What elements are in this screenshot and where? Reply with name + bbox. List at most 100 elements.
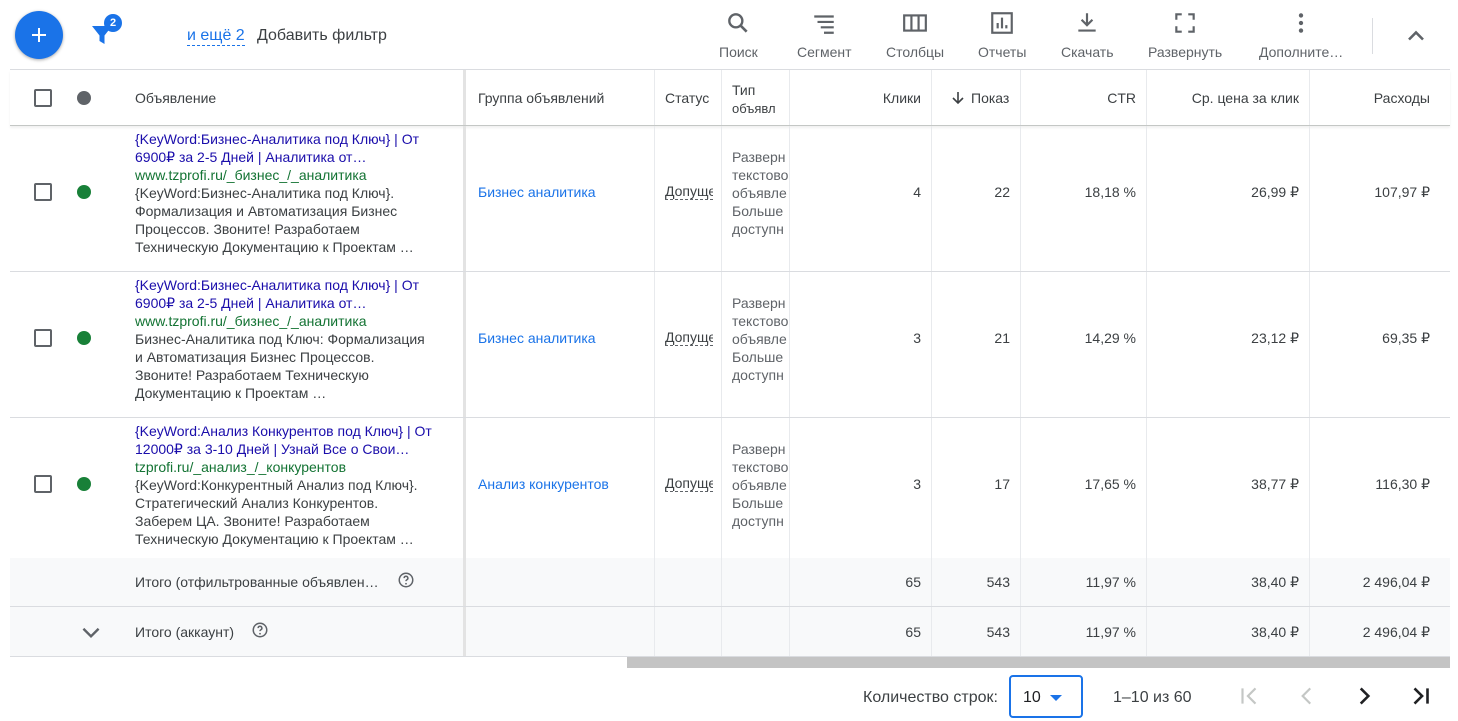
ad-preview[interactable]: {KeyWord:Анализ Конкурентов под Ключ} | … xyxy=(135,422,435,548)
columns-icon xyxy=(903,14,927,32)
cost-value: 69,35 ₽ xyxy=(1382,330,1430,346)
status-dot xyxy=(77,331,91,345)
totals-account-impressions: 543 xyxy=(986,624,1010,640)
caret-down-icon xyxy=(1050,695,1062,701)
download-button[interactable]: Скачать xyxy=(1061,10,1114,64)
add-filter-button[interactable]: Добавить фильтр xyxy=(257,27,387,45)
cost-value: 107,97 ₽ xyxy=(1374,184,1430,200)
clicks-value: 3 xyxy=(913,476,921,492)
ad-description: {KeyWord:Конкурентный Анализ под Ключ}. … xyxy=(135,477,418,547)
header-status[interactable]: Статус xyxy=(665,90,709,106)
ad-group-link[interactable]: Бизнес аналитика xyxy=(478,184,596,200)
ad-type-line: текстово xyxy=(732,167,789,183)
ad-preview[interactable]: {KeyWord:Бизнес-Аналитика под Ключ} | От… xyxy=(135,276,435,402)
toolbar: 2 и ещё 2 Добавить фильтр Поиск Сегмент … xyxy=(10,0,1450,70)
more-button[interactable]: Дополните… xyxy=(1259,10,1343,64)
avg-cpc-value: 26,99 ₽ xyxy=(1251,184,1299,200)
ad-type-line: Больше xyxy=(732,495,784,511)
clicks-value: 4 xyxy=(913,184,921,200)
ad-url: tzprofi.ru/_анализ_/_конкурентов xyxy=(135,459,347,475)
ad-preview[interactable]: {KeyWord:Бизнес-Аналитика под Ключ} | От… xyxy=(135,130,435,256)
ad-type-line: доступн xyxy=(732,513,784,529)
ad-description: {KeyWord:Бизнес-Аналитика под Ключ}. Фор… xyxy=(135,185,414,255)
status-label[interactable]: Допущено xyxy=(665,183,713,200)
page-range: 1–10 из 60 xyxy=(1113,689,1192,706)
chevron-down-icon[interactable] xyxy=(78,619,104,645)
prev-page-icon[interactable] xyxy=(1294,683,1320,709)
totals-account-row: Итого (аккаунт) 65 543 11,97 % 38,40 ₽ 2… xyxy=(10,607,1450,657)
totals-filtered-avg-cpc: 38,40 ₽ xyxy=(1251,574,1299,590)
header-avg-cpc[interactable]: Ср. цена за клик xyxy=(1192,90,1299,106)
totals-account-avg-cpc: 38,40 ₽ xyxy=(1251,624,1299,640)
sort-arrow-down-icon xyxy=(952,92,964,105)
ad-type-line: объявле xyxy=(732,477,787,493)
rows-per-page-select[interactable]: 10 xyxy=(1009,675,1083,718)
add-button[interactable] xyxy=(15,11,63,59)
search-button[interactable]: Поиск xyxy=(719,10,758,64)
impressions-value: 22 xyxy=(994,184,1010,200)
more-filters-link[interactable]: и ещё 2 xyxy=(187,27,245,46)
status-filter-dot[interactable] xyxy=(77,91,91,105)
ad-type-line: доступн xyxy=(732,221,784,237)
ad-headline[interactable]: {KeyWord:Анализ Конкурентов под Ключ} | … xyxy=(135,422,435,458)
header-ad-group[interactable]: Группа объявлений xyxy=(478,90,604,106)
header-impressions[interactable]: Показ xyxy=(971,90,1009,106)
ad-group-link[interactable]: Анализ конкурентов xyxy=(478,476,609,492)
status-label[interactable]: Допущено xyxy=(665,329,713,346)
help-icon[interactable] xyxy=(251,621,269,639)
segment-button[interactable]: Сегмент xyxy=(797,10,852,64)
totals-account-clicks: 65 xyxy=(905,624,921,640)
header-clicks[interactable]: Клики xyxy=(883,90,921,106)
reports-button[interactable]: Отчеты xyxy=(978,10,1026,64)
header-cost[interactable]: Расходы xyxy=(1374,90,1430,106)
table-row: {KeyWord:Анализ Конкурентов под Ключ} | … xyxy=(10,418,1450,564)
row-checkbox[interactable] xyxy=(34,183,52,201)
columns-button[interactable]: Столбцы xyxy=(886,10,944,64)
ad-headline[interactable]: {KeyWord:Бизнес-Аналитика под Ключ} | От… xyxy=(135,130,435,166)
totals-filtered-cost: 2 496,04 ₽ xyxy=(1362,574,1430,590)
totals-account-ctr: 11,97 % xyxy=(1085,624,1136,640)
status-label[interactable]: Допущено xyxy=(665,475,713,492)
totals-filtered-row: Итого (отфильтрованные объявлен… 65 543 … xyxy=(10,558,1450,607)
ctr-value: 18,18 % xyxy=(1084,184,1136,200)
totals-filtered-ctr: 11,97 % xyxy=(1085,574,1136,590)
help-icon[interactable] xyxy=(397,571,415,589)
expand-button[interactable]: Развернуть xyxy=(1148,10,1222,64)
search-icon xyxy=(728,13,748,33)
chevron-up-icon[interactable] xyxy=(1402,22,1430,50)
ad-type: Разверн текстово объявле Больше доступн xyxy=(732,148,789,238)
row-checkbox[interactable] xyxy=(34,329,52,347)
row-checkbox[interactable] xyxy=(34,475,52,493)
avg-cpc-value: 38,77 ₽ xyxy=(1251,476,1299,492)
impressions-value: 17 xyxy=(994,476,1010,492)
segment-icon xyxy=(814,15,835,34)
ad-type-line: Больше xyxy=(732,349,784,365)
totals-account-cost: 2 496,04 ₽ xyxy=(1362,624,1430,640)
next-page-icon[interactable] xyxy=(1351,683,1377,709)
ad-group-link[interactable]: Бизнес аналитика xyxy=(478,330,596,346)
clicks-value: 3 xyxy=(913,330,921,346)
select-all-checkbox[interactable] xyxy=(34,89,52,107)
ads-table-panel: 2 и ещё 2 Добавить фильтр Поиск Сегмент … xyxy=(10,0,1450,721)
ad-type: Разверн текстово объявле Больше доступн xyxy=(732,294,789,384)
header-type-line2: объявл xyxy=(732,101,776,116)
table-row: {KeyWord:Бизнес-Аналитика под Ключ} | От… xyxy=(10,126,1450,272)
ad-type-line: Разверн xyxy=(732,295,786,311)
header-ad[interactable]: Объявление xyxy=(135,90,216,106)
header-ctr[interactable]: CTR xyxy=(1107,90,1136,106)
ad-type-line: Больше xyxy=(732,203,784,219)
ad-type-line: объявле xyxy=(732,185,787,201)
last-page-icon[interactable] xyxy=(1408,683,1434,709)
first-page-icon[interactable] xyxy=(1236,683,1262,709)
horizontal-scrollbar[interactable] xyxy=(627,657,1450,668)
ad-headline[interactable]: {KeyWord:Бизнес-Аналитика под Ключ} | От… xyxy=(135,276,435,312)
status-dot xyxy=(77,185,91,199)
totals-account-label: Итого (аккаунт) xyxy=(135,624,235,640)
ad-url: www.tzprofi.ru/_бизнес_/_аналитика xyxy=(135,167,367,183)
ad-type-line: Разверн xyxy=(732,441,786,457)
ad-type-line: текстово xyxy=(732,313,789,329)
header-type[interactable]: Тип xyxy=(732,82,755,98)
avg-cpc-value: 23,12 ₽ xyxy=(1251,330,1299,346)
table-header-row: Объявление Группа объявлений Статус Тип … xyxy=(10,70,1450,126)
plus-icon xyxy=(32,28,46,42)
